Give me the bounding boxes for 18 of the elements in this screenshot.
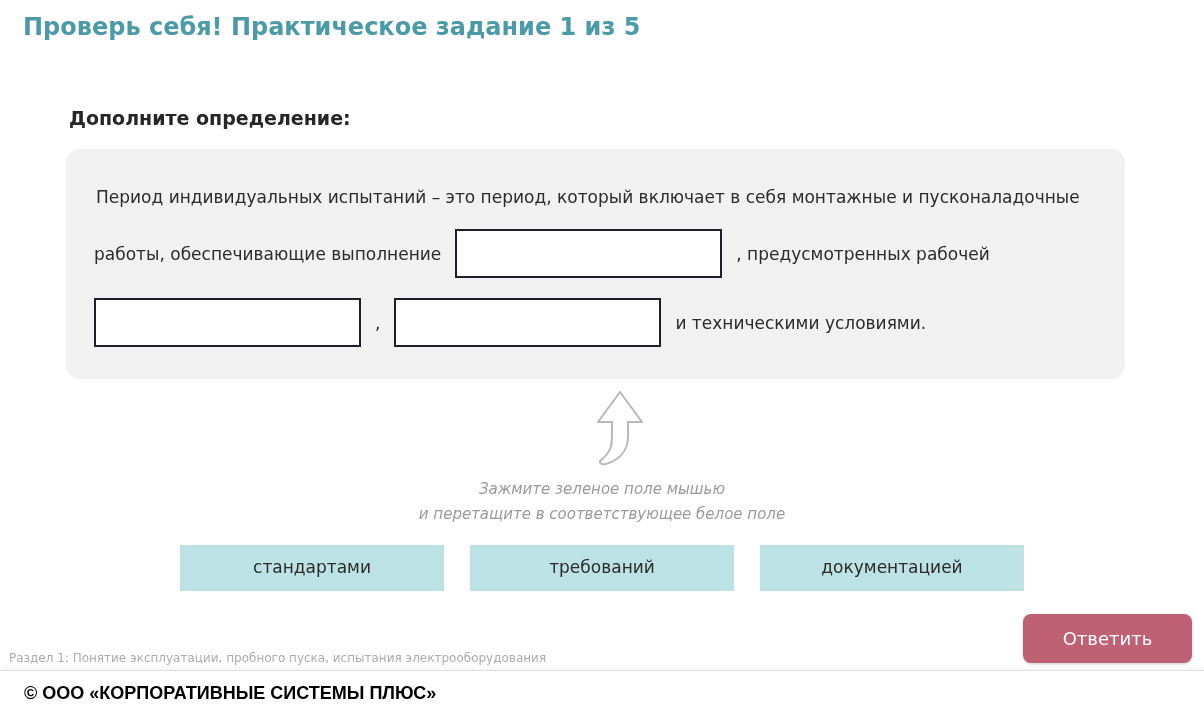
definition-text: , предусмотренных рабочей bbox=[736, 242, 990, 266]
answer-box[interactable] bbox=[394, 298, 662, 347]
draggable-option[interactable]: документацией bbox=[760, 545, 1024, 591]
instruction-text: Дополните определение: bbox=[69, 106, 351, 131]
draggable-option[interactable]: стандартами bbox=[180, 545, 444, 591]
definition-text: Период индивидуальных испытаний – это период, который включает в себя монтажные и пусконаладочные bbox=[96, 186, 1080, 209]
answer-box[interactable] bbox=[94, 298, 361, 347]
definition-text: работы, обеспечивающие выполнение bbox=[94, 242, 442, 266]
hint-text: Зажмите зеленое поле мышью и перетащите в соответствующее белое поле bbox=[418, 479, 786, 525]
definition-text: и техническими условиями. bbox=[675, 311, 927, 335]
curved-up-arrow-icon bbox=[596, 390, 644, 466]
copyright-text: © ООО «КОРПОРАТИВНЫЕ СИСТЕМЫ ПЛЮС» bbox=[24, 681, 437, 704]
answer-box[interactable] bbox=[455, 229, 723, 278]
draggable-option[interactable]: требований bbox=[470, 545, 734, 591]
page-title: Проверь себя! Практическое задание 1 из 5 bbox=[23, 12, 641, 43]
answer-button[interactable]: Ответить bbox=[1023, 614, 1192, 663]
section-caption: Раздел 1: Понятие эксплуатации, пробного пуска, испытания электрооборудования bbox=[9, 650, 547, 666]
definition-text: , bbox=[375, 311, 381, 335]
